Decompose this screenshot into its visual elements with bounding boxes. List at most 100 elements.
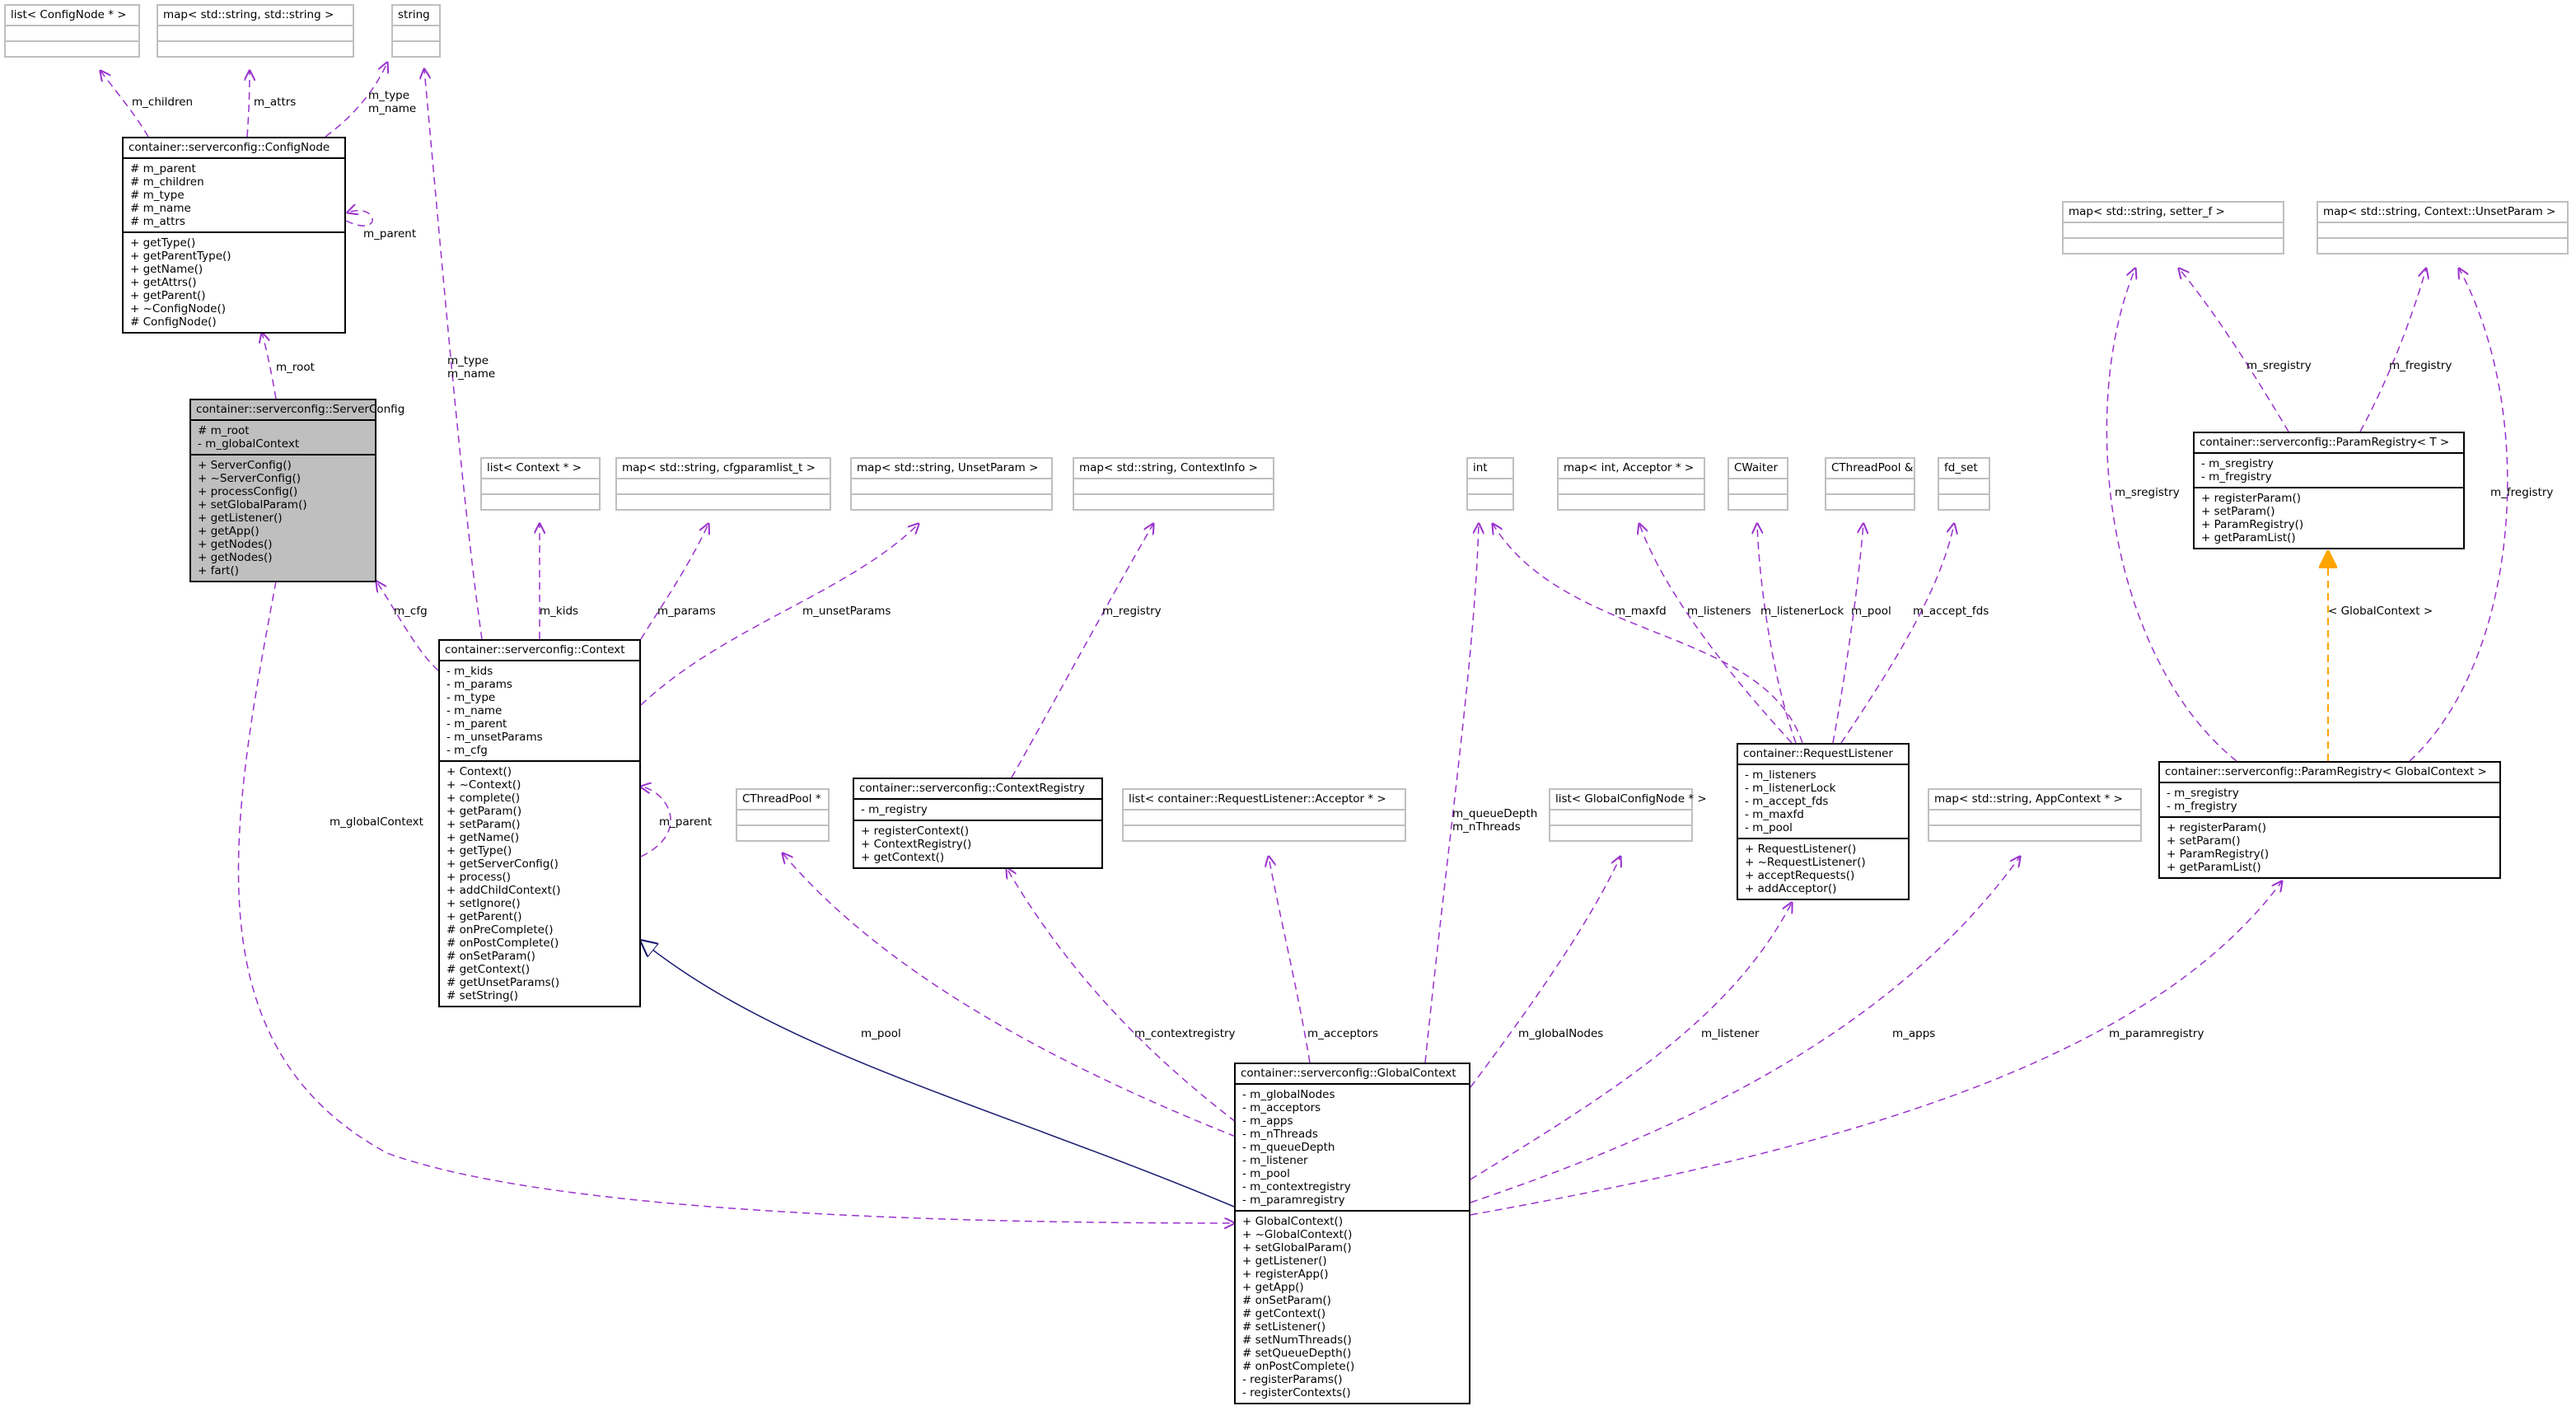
attribute: - m_listeners (1745, 768, 1816, 782)
attributes-section: - m_listeners - m_listenerLock - m_accept_… (1738, 764, 1908, 838)
edge-label-m-kids: m_kids (540, 605, 579, 618)
operation: + getNodes() (198, 551, 273, 564)
attributes-section (852, 478, 1051, 493)
edge-label-m-params: m_params (657, 605, 716, 618)
attributes-section: - m_kids - m_params - m_type - m_name - m_pa… (440, 660, 639, 760)
operations-section (1929, 824, 2140, 840)
operations-section (482, 493, 599, 509)
edge-label-m-type-name-ctx: m_type m_name (447, 354, 496, 381)
attribute: - m_cfg (446, 744, 488, 757)
attributes-section (737, 809, 828, 824)
operations-section: + registerParam() + setParam() + ParamRegi… (2195, 487, 2463, 548)
operation: + getListener() (198, 511, 283, 525)
attribute: # m_parent (130, 162, 196, 175)
class-title: map< std::string, cfgparamlist_t > (622, 461, 816, 474)
class-node-paramregistry-gc: container::serverconfig::ParamRegistry< … (2158, 761, 2501, 879)
operations-section: + ServerConfig() + ~ServerConfig() + proce… (191, 454, 375, 581)
operation: + setIgnore() (446, 897, 521, 910)
class-title: container::serverconfig::ParamRegistry< … (2200, 436, 2450, 449)
edge-m-params (640, 524, 708, 640)
class-title: map< std::string, ContextInfo > (1079, 461, 1258, 474)
class-title: map< std::string, AppContext * > (1934, 792, 2123, 806)
edge-label-m-acceptors: m_acceptors (1307, 1027, 1379, 1040)
attribute: - m_unsetParams (446, 731, 543, 744)
attributes-section (2318, 222, 2567, 237)
attributes-section (158, 25, 353, 40)
operation: + setGlobalParam() (1242, 1241, 1352, 1254)
operation: # onSetParam() (446, 950, 535, 963)
class-title: CWaiter (1734, 461, 1779, 474)
operation: + ~ServerConfig() (198, 472, 302, 485)
edge-label-m-root: m_root (276, 361, 315, 374)
attributes-section (1559, 478, 1704, 493)
operation: + registerParam() (2167, 821, 2266, 834)
class-title: container::serverconfig::Context (445, 643, 625, 656)
edge-m-globalnodes (1470, 857, 1620, 1088)
operation: + getName() (446, 831, 520, 844)
class-node-list-confignode: list< ConfigNode * > (4, 4, 140, 58)
edge-label-m-registry: m_registry (1102, 605, 1162, 618)
class-node-globalcontext: container::serverconfig::GlobalContext - … (1234, 1063, 1470, 1404)
operation: # setNumThreads() (1242, 1334, 1352, 1347)
edge-label-m-queueDepth-nThreads: m_queueDepth m_nThreads (1452, 807, 1538, 834)
attributes-section (1074, 478, 1273, 493)
operations-section (2318, 237, 2567, 253)
edge-label-m-contextregistry: m_contextregistry (1134, 1027, 1236, 1040)
class-title: fd_set (1944, 461, 1978, 474)
class-node-requestlistener: container::RequestListener - m_listeners -… (1737, 743, 1910, 900)
attributes-section: - m_registry (854, 798, 1101, 820)
class-node-map-contextinfo: map< std::string, ContextInfo > (1073, 457, 1274, 511)
operation: + setParam() (446, 818, 521, 831)
attributes-section (2064, 222, 2283, 237)
edge-m-listener (1470, 903, 1792, 1180)
operation: # onPostComplete() (446, 937, 559, 950)
class-title: CThreadPool * (742, 792, 821, 806)
class-title: CThreadPool & (1831, 461, 1914, 474)
class-title: container::serverconfig::ConfigNode (129, 141, 330, 154)
operations-section (2064, 237, 2283, 253)
class-title: map< std::string, setter_f > (2069, 205, 2225, 218)
class-node-list-globalconfignode: list< GlobalConfigNode * > (1549, 788, 1707, 842)
operation: + getParentType() (130, 250, 231, 263)
operation: + getNodes() (198, 538, 273, 551)
operations-section: + getType() + getParentType() + getName() +… (124, 231, 344, 332)
attribute: - m_globalNodes (1242, 1088, 1335, 1101)
attribute: - m_accept_fds (1745, 795, 1829, 808)
attributes-section (1124, 809, 1405, 824)
edge-m-attrs (247, 71, 250, 138)
class-node-map-setter: map< std::string, setter_f > (2062, 201, 2284, 255)
operations-section (852, 493, 1051, 509)
edge-inheritance (641, 941, 1235, 1207)
edge-label-m-paramregistry: m_paramregistry (2109, 1027, 2204, 1040)
operation: + getType() (130, 236, 196, 250)
edge-label-m-fregistry-t: m_fregistry (2389, 359, 2452, 372)
class-title: container::serverconfig::ParamRegistry< … (2165, 765, 2487, 778)
operation: + ParamRegistry() (2201, 518, 2304, 531)
class-title: map< std::string, UnsetParam > (857, 461, 1039, 474)
class-title: list< ConfigNode * > (11, 8, 127, 21)
attribute: - m_sregistry (2201, 457, 2274, 470)
operation: + complete() (446, 792, 521, 805)
attributes-section (6, 25, 138, 40)
attribute: - m_registry (861, 803, 928, 816)
operation: + getContext() (861, 851, 945, 864)
attribute: - m_parent (446, 717, 507, 731)
operations-section (1468, 493, 1512, 509)
edge-m-parent-confignode (346, 211, 373, 227)
attributes-section (617, 478, 830, 493)
attributes-section (1550, 809, 1691, 824)
attribute: - m_sregistry (2167, 787, 2239, 800)
edge-m-acceptors (1269, 857, 1311, 1063)
edge-m-cfg (376, 582, 439, 671)
operation: + ~ConfigNode() (130, 302, 226, 315)
edge-label-m-children: m_children (132, 96, 194, 109)
operations-section (393, 40, 439, 56)
operation: + Context() (446, 765, 512, 778)
attribute: - m_kids (446, 665, 493, 678)
class-node-map-int-acceptor: map< int, Acceptor * > (1557, 457, 1705, 511)
operation: # setString() (446, 989, 519, 1002)
operation: + fart() (198, 564, 240, 577)
operations-section: + RequestListener() + ~RequestListener() +… (1738, 838, 1908, 899)
operation: - registerParams() (1242, 1373, 1343, 1386)
operations-section: + GlobalContext() + ~GlobalContext() + set… (1236, 1210, 1469, 1403)
